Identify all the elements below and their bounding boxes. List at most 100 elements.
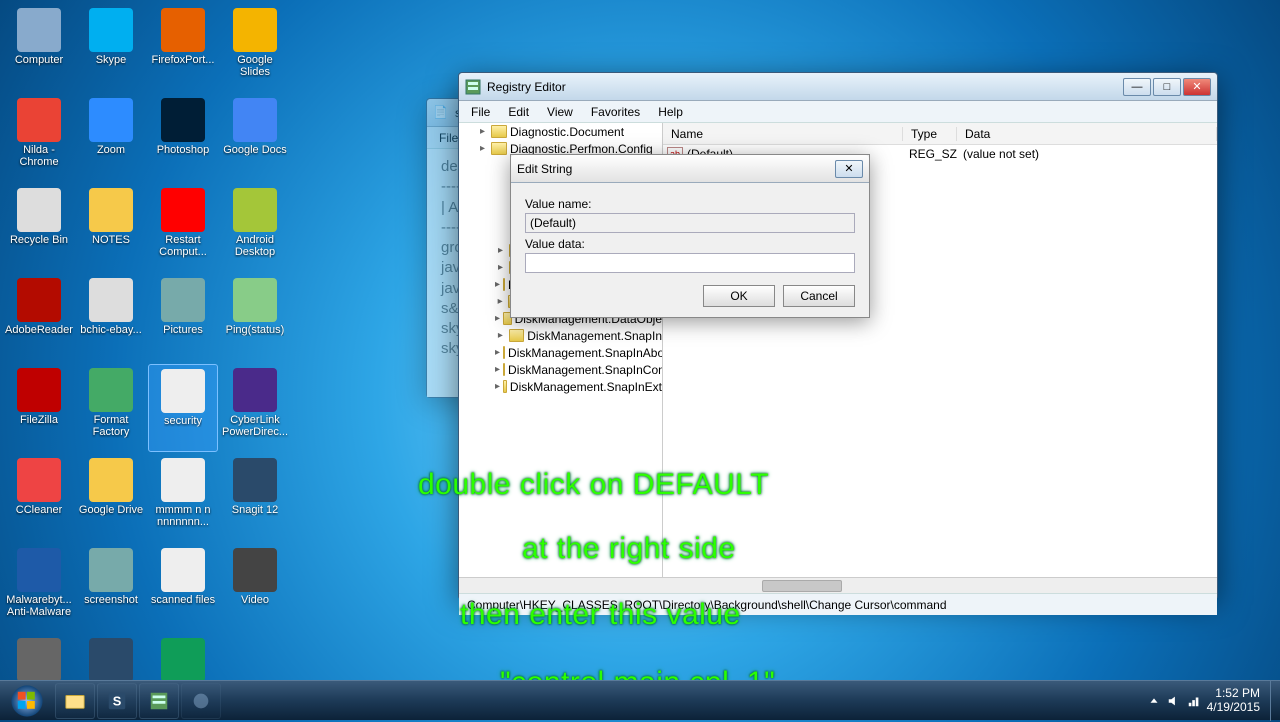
col-type[interactable]: Type (903, 127, 957, 141)
value-data-input[interactable] (525, 253, 855, 273)
menu-view[interactable]: View (539, 103, 581, 121)
desktop-icon-scanned-files[interactable]: scanned files (148, 544, 218, 632)
expand-icon[interactable]: ▸ (495, 381, 500, 392)
expand-icon[interactable]: ▸ (495, 262, 506, 273)
value-data: (value not set) (963, 147, 1039, 161)
tree-node-diskmanagement-snapin[interactable]: ▸DiskManagement.SnapIn (459, 327, 662, 344)
menu-favorites[interactable]: Favorites (583, 103, 648, 121)
desktop-icon-malwarebyt-anti-malware[interactable]: Malwarebyt... Anti-Malware (4, 544, 74, 632)
desktop-icon-computer[interactable]: Computer (4, 4, 74, 92)
close-button[interactable]: ✕ (835, 160, 863, 178)
folder-icon (503, 278, 505, 291)
taskbar-app-snagit[interactable]: S (97, 683, 137, 719)
col-data[interactable]: Data (957, 127, 1217, 141)
notepad-icon: 📄 (433, 105, 449, 121)
tree-node-diskmanagement-snapinabou[interactable]: ▸DiskManagement.SnapInAbou (459, 344, 662, 361)
minimize-button[interactable]: — (1123, 78, 1151, 96)
folder-icon (503, 363, 505, 376)
caption-line-2: at the right side (522, 532, 736, 566)
desktop-icon-filezilla[interactable]: FileZilla (4, 364, 74, 452)
show-desktop-button[interactable] (1270, 681, 1280, 721)
desktop-icon-recycle-bin[interactable]: Recycle Bin (4, 184, 74, 272)
desktop-icon-format-factory[interactable]: Format Factory (76, 364, 146, 452)
folder-icon (503, 346, 505, 359)
desktop-icon-nilda-chrome[interactable]: Nilda - Chrome (4, 94, 74, 182)
cancel-button[interactable]: Cancel (783, 285, 855, 307)
dialog-title: Edit String (517, 162, 572, 176)
tray-date: 4/19/2015 (1207, 701, 1260, 714)
regedit-title: Registry Editor (487, 80, 566, 94)
desktop-icon-ccleaner[interactable]: CCleaner (4, 454, 74, 542)
desktop-icon-firefoxport-[interactable]: FirefoxPort... (148, 4, 218, 92)
tree-node-diskmanagement-snapinext[interactable]: ▸DiskManagement.SnapInExt (459, 378, 662, 395)
folder-icon (491, 125, 507, 138)
dialog-titlebar[interactable]: Edit String ✕ (511, 155, 869, 183)
desktop-icon-google-slides[interactable]: Google Slides (220, 4, 290, 92)
horizontal-scrollbar[interactable] (459, 577, 1217, 593)
tree-node-diskmanagement-snapincom[interactable]: ▸DiskManagement.SnapInCom (459, 361, 662, 378)
col-name[interactable]: Name (663, 127, 903, 141)
expand-icon[interactable]: ▸ (495, 245, 506, 256)
taskbar-app-unknown[interactable] (181, 683, 221, 719)
svg-text:S: S (113, 693, 122, 708)
expand-icon[interactable]: ▸ (495, 330, 506, 341)
regedit-titlebar[interactable]: Registry Editor — □ ✕ (459, 73, 1217, 101)
value-name-label: Value name: (525, 197, 855, 211)
desktop-icon-android-desktop[interactable]: Android Desktop (220, 184, 290, 272)
desktop-icon-cyberlink-powerdirec-[interactable]: CyberLink PowerDirec... (220, 364, 290, 452)
expand-icon[interactable]: ▸ (477, 126, 488, 137)
expand-icon[interactable]: ▸ (495, 296, 505, 307)
menu-edit[interactable]: Edit (500, 103, 537, 121)
desktop-icon-screenshot[interactable]: screenshot (76, 544, 146, 632)
desktop-icon-notes[interactable]: NOTES (76, 184, 146, 272)
system-tray[interactable]: 1:52 PM 4/19/2015 (1137, 681, 1270, 720)
desktop-icon-photoshop[interactable]: Photoshop (148, 94, 218, 182)
taskbar-app-explorer[interactable] (55, 683, 95, 719)
expand-icon[interactable]: ▸ (495, 279, 500, 290)
value-data-label: Value data: (525, 237, 855, 251)
desktop-icon-snagit-12[interactable]: Snagit 12 (220, 454, 290, 542)
caption-line-1: double click on DEFAULT (418, 468, 769, 502)
maximize-button[interactable]: □ (1153, 78, 1181, 96)
expand-icon[interactable]: ▸ (495, 347, 500, 358)
desktop-icon-google-drive[interactable]: Google Drive (76, 454, 146, 542)
tree-node-diagnostic-document[interactable]: ▸Diagnostic.Document (459, 123, 662, 140)
desktop-icon-pictures[interactable]: Pictures (148, 274, 218, 362)
ok-button[interactable]: OK (703, 285, 775, 307)
tray-up-icon[interactable] (1147, 694, 1161, 708)
desktop-icon-adobereader[interactable]: AdobeReader (4, 274, 74, 362)
folder-icon (491, 142, 507, 155)
desktop-icon-video[interactable]: Video (220, 544, 290, 632)
network-icon[interactable] (1187, 694, 1201, 708)
start-button[interactable] (0, 681, 54, 721)
taskbar: S 1:52 PM 4/19/2015 (0, 680, 1280, 720)
folder-icon (503, 380, 507, 393)
value-type: REG_SZ (909, 147, 963, 161)
expand-icon[interactable]: ▸ (495, 364, 500, 375)
folder-icon (509, 329, 525, 342)
desktop-icon-bchic-ebay-[interactable]: bchic-ebay... (76, 274, 146, 362)
edit-string-dialog: Edit String ✕ Value name: Value data: OK… (510, 154, 870, 318)
menu-help[interactable]: Help (650, 103, 691, 121)
regedit-icon (465, 79, 481, 95)
menu-file[interactable]: File (463, 103, 498, 121)
tray-time: 1:52 PM (1215, 687, 1260, 700)
desktop-icons-grid: ComputerSkypeFirefoxPort...Google Slides… (4, 4, 290, 722)
close-button[interactable]: ✕ (1183, 78, 1211, 96)
desktop-icon-skype[interactable]: Skype (76, 4, 146, 92)
desktop-icon-restart-comput-[interactable]: Restart Comput... (148, 184, 218, 272)
expand-icon[interactable]: ▸ (477, 143, 488, 154)
regedit-menubar: FileEditViewFavoritesHelp (459, 101, 1217, 123)
desktop-icon-security[interactable]: security (148, 364, 218, 452)
desktop-icon-mmmm-n-n-nnnnnnn-[interactable]: mmmm n n nnnnnnn... (148, 454, 218, 542)
registry-editor-window: Registry Editor — □ ✕ FileEditViewFavori… (458, 72, 1218, 600)
expand-icon[interactable]: ▸ (495, 313, 500, 324)
volume-icon[interactable] (1167, 694, 1181, 708)
desktop-icon-google-docs[interactable]: Google Docs (220, 94, 290, 182)
taskbar-app-regedit[interactable] (139, 683, 179, 719)
caption-line-3: then enter this value (460, 598, 741, 632)
desktop-icon-ping-status-[interactable]: Ping(status) (220, 274, 290, 362)
desktop-icon-zoom[interactable]: Zoom (76, 94, 146, 182)
value-name-input (525, 213, 855, 233)
values-header: Name Type Data (663, 123, 1217, 145)
